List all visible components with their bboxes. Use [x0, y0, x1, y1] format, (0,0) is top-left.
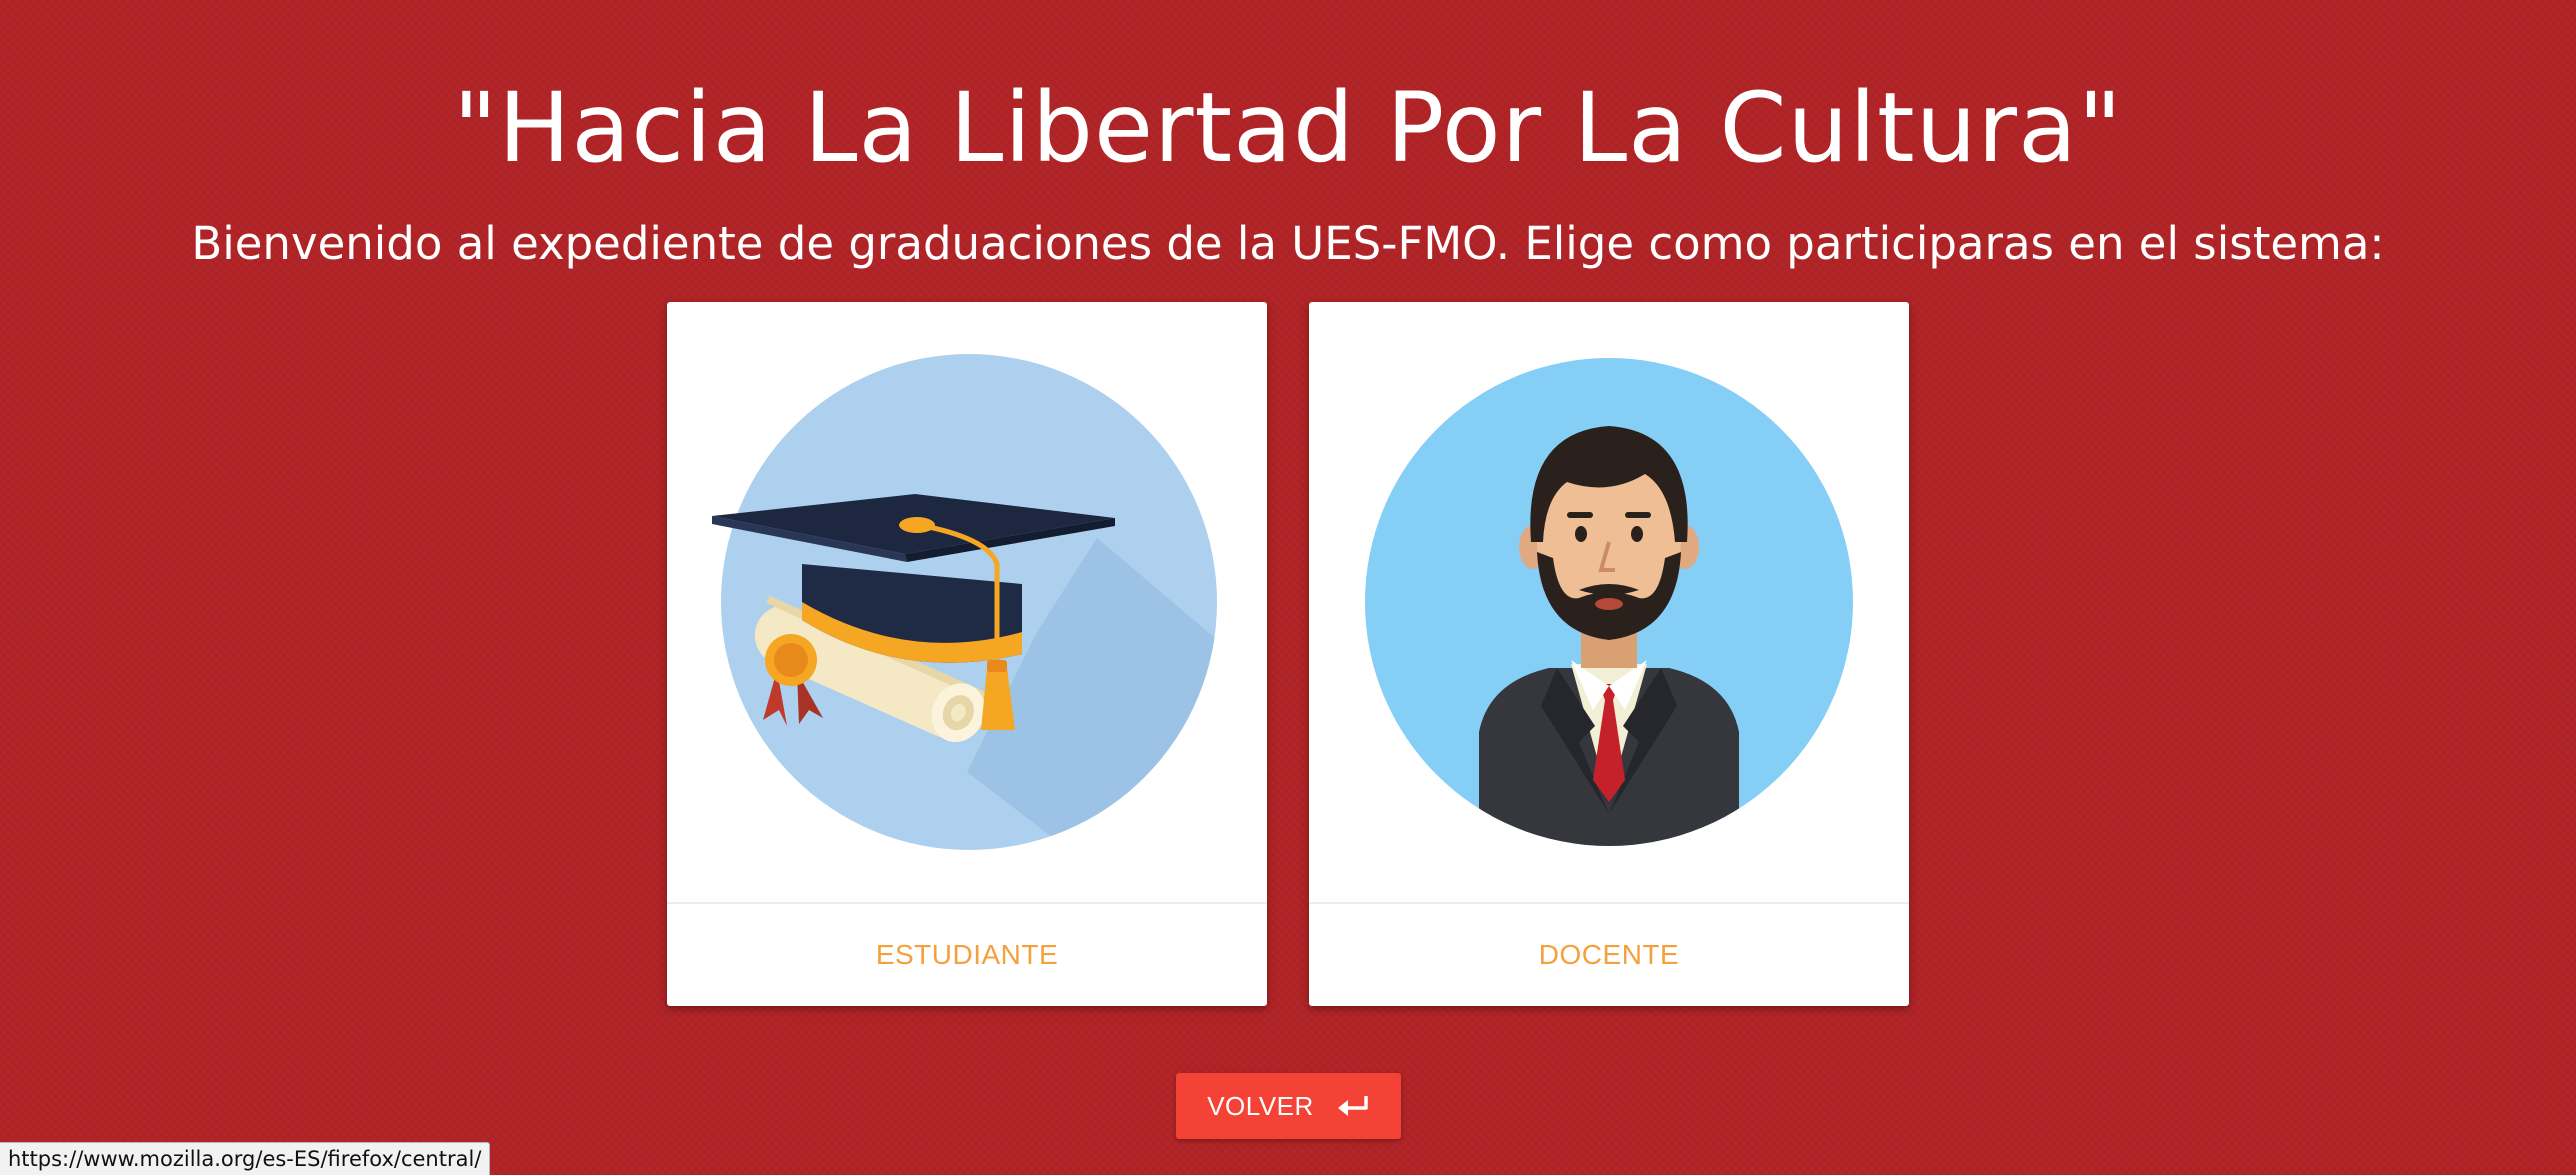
graduation-cap-icon — [712, 354, 1217, 850]
page-subtitle: Bienvenido al expediente de graduaciones… — [191, 217, 2385, 270]
teacher-avatar-icon — [1365, 358, 1853, 846]
role-card-student[interactable]: ESTUDIANTE — [667, 302, 1267, 1006]
role-label-teacher[interactable]: DOCENTE — [1309, 904, 1909, 1006]
teacher-illustration — [1309, 302, 1909, 902]
role-label-student[interactable]: ESTUDIANTE — [667, 904, 1267, 1006]
return-arrow-icon — [1336, 1094, 1370, 1118]
back-button-label: VOLVER — [1207, 1090, 1314, 1121]
page-motto: "Hacia La Libertad Por La Cultura" — [453, 72, 2123, 184]
student-illustration — [667, 302, 1267, 902]
link-status-bar: https://www.mozilla.org/es-ES/firefox/ce… — [0, 1142, 491, 1175]
back-button[interactable]: VOLVER — [1176, 1073, 1401, 1139]
role-card-teacher[interactable]: DOCENTE — [1309, 302, 1909, 1006]
